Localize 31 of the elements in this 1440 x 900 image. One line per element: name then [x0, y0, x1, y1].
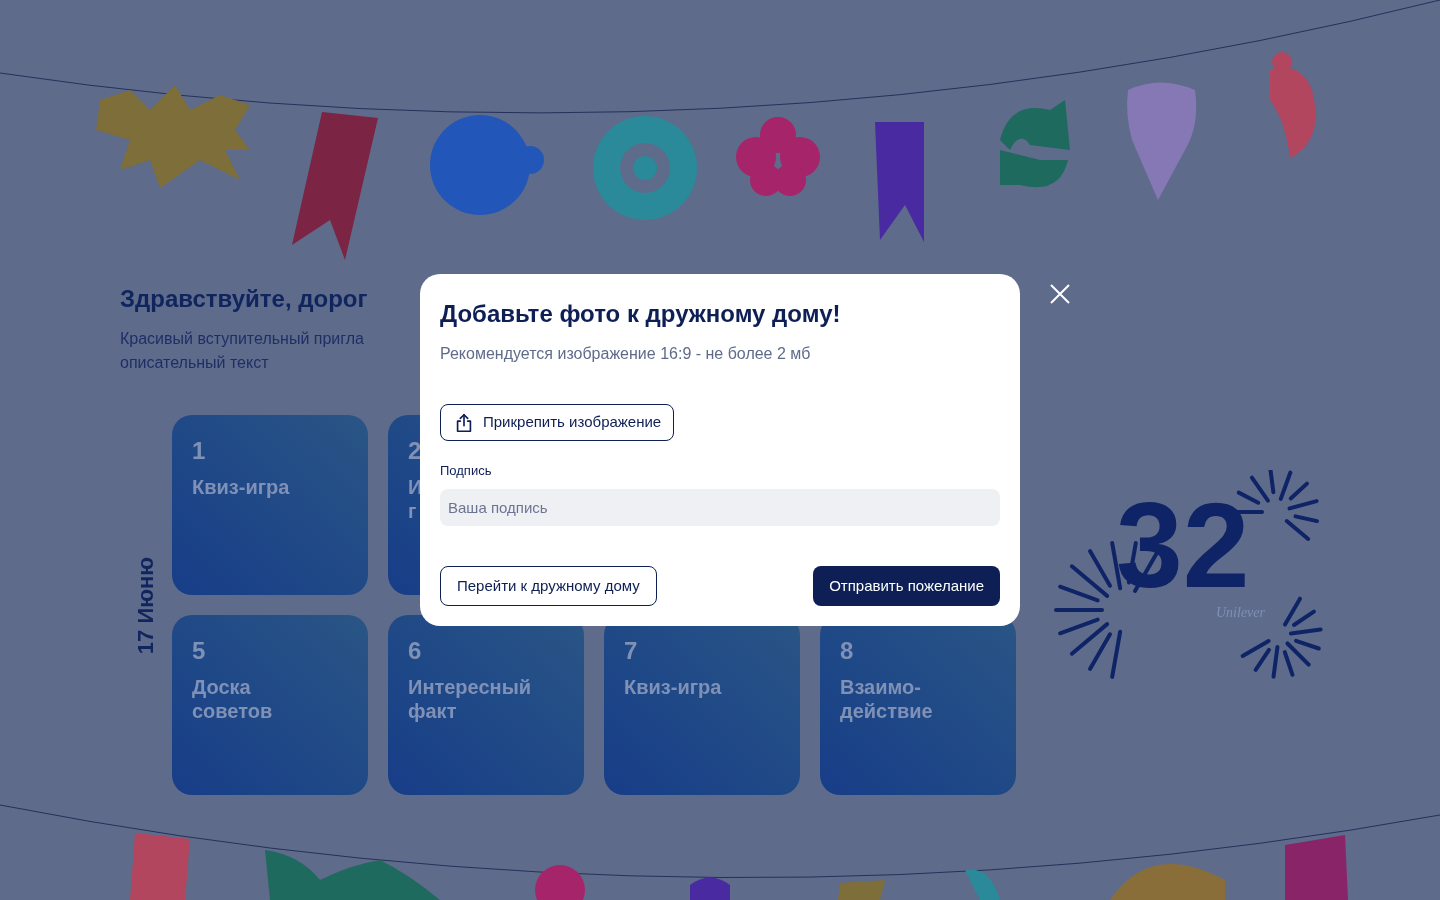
tile-title: Доска: [192, 675, 251, 699]
tile-number: 6: [408, 639, 423, 663]
tile-number: 5: [192, 639, 207, 663]
go-to-house-button[interactable]: Перейти к дружному дому: [440, 566, 657, 606]
tile-title: советов: [192, 699, 273, 723]
activity-tile[interactable]: 5 Доска советов: [172, 615, 368, 795]
caption-field[interactable]: Ваша подпись: [440, 488, 1000, 526]
tile-title: факт: [408, 699, 457, 723]
tile-number: 7: [624, 639, 639, 663]
intro-text: Красивый вступительный пригла: [120, 329, 364, 349]
date-label: 17 Июню: [132, 556, 160, 654]
tile-number: 1: [192, 439, 207, 463]
close-icon[interactable]: [1048, 282, 1072, 306]
dialog-title: Добавьте фото к дружному дому!: [440, 299, 842, 329]
tile-title: Интересный: [408, 675, 532, 699]
activity-tile[interactable]: 1 Квиз-игра: [172, 415, 368, 595]
greeting-heading: Здравствуйте, дорог: [120, 284, 368, 314]
tile-title: Квиз-игра: [624, 675, 722, 699]
tile-number: 2: [408, 439, 423, 463]
dialog-hint: Рекомендуется изображение 16:9 - не более 2 мб: [440, 344, 812, 364]
logo-number: 32: [1116, 480, 1250, 610]
activity-tile[interactable]: 6 Интересный факт: [388, 615, 584, 795]
tile-title: Квиз-игра: [192, 475, 290, 499]
tile-title: действие: [840, 699, 933, 723]
tile-number: 8: [840, 639, 855, 663]
send-wish-button[interactable]: Отправить пожелание: [813, 566, 1000, 606]
attach-image-button[interactable]: Прикрепить изображение: [440, 404, 675, 442]
tile-title: г: [408, 499, 417, 523]
tile-title: Взаимо-: [840, 675, 921, 699]
intro-text: описательный текст: [120, 353, 269, 373]
caption-label: Подпись: [440, 462, 493, 481]
